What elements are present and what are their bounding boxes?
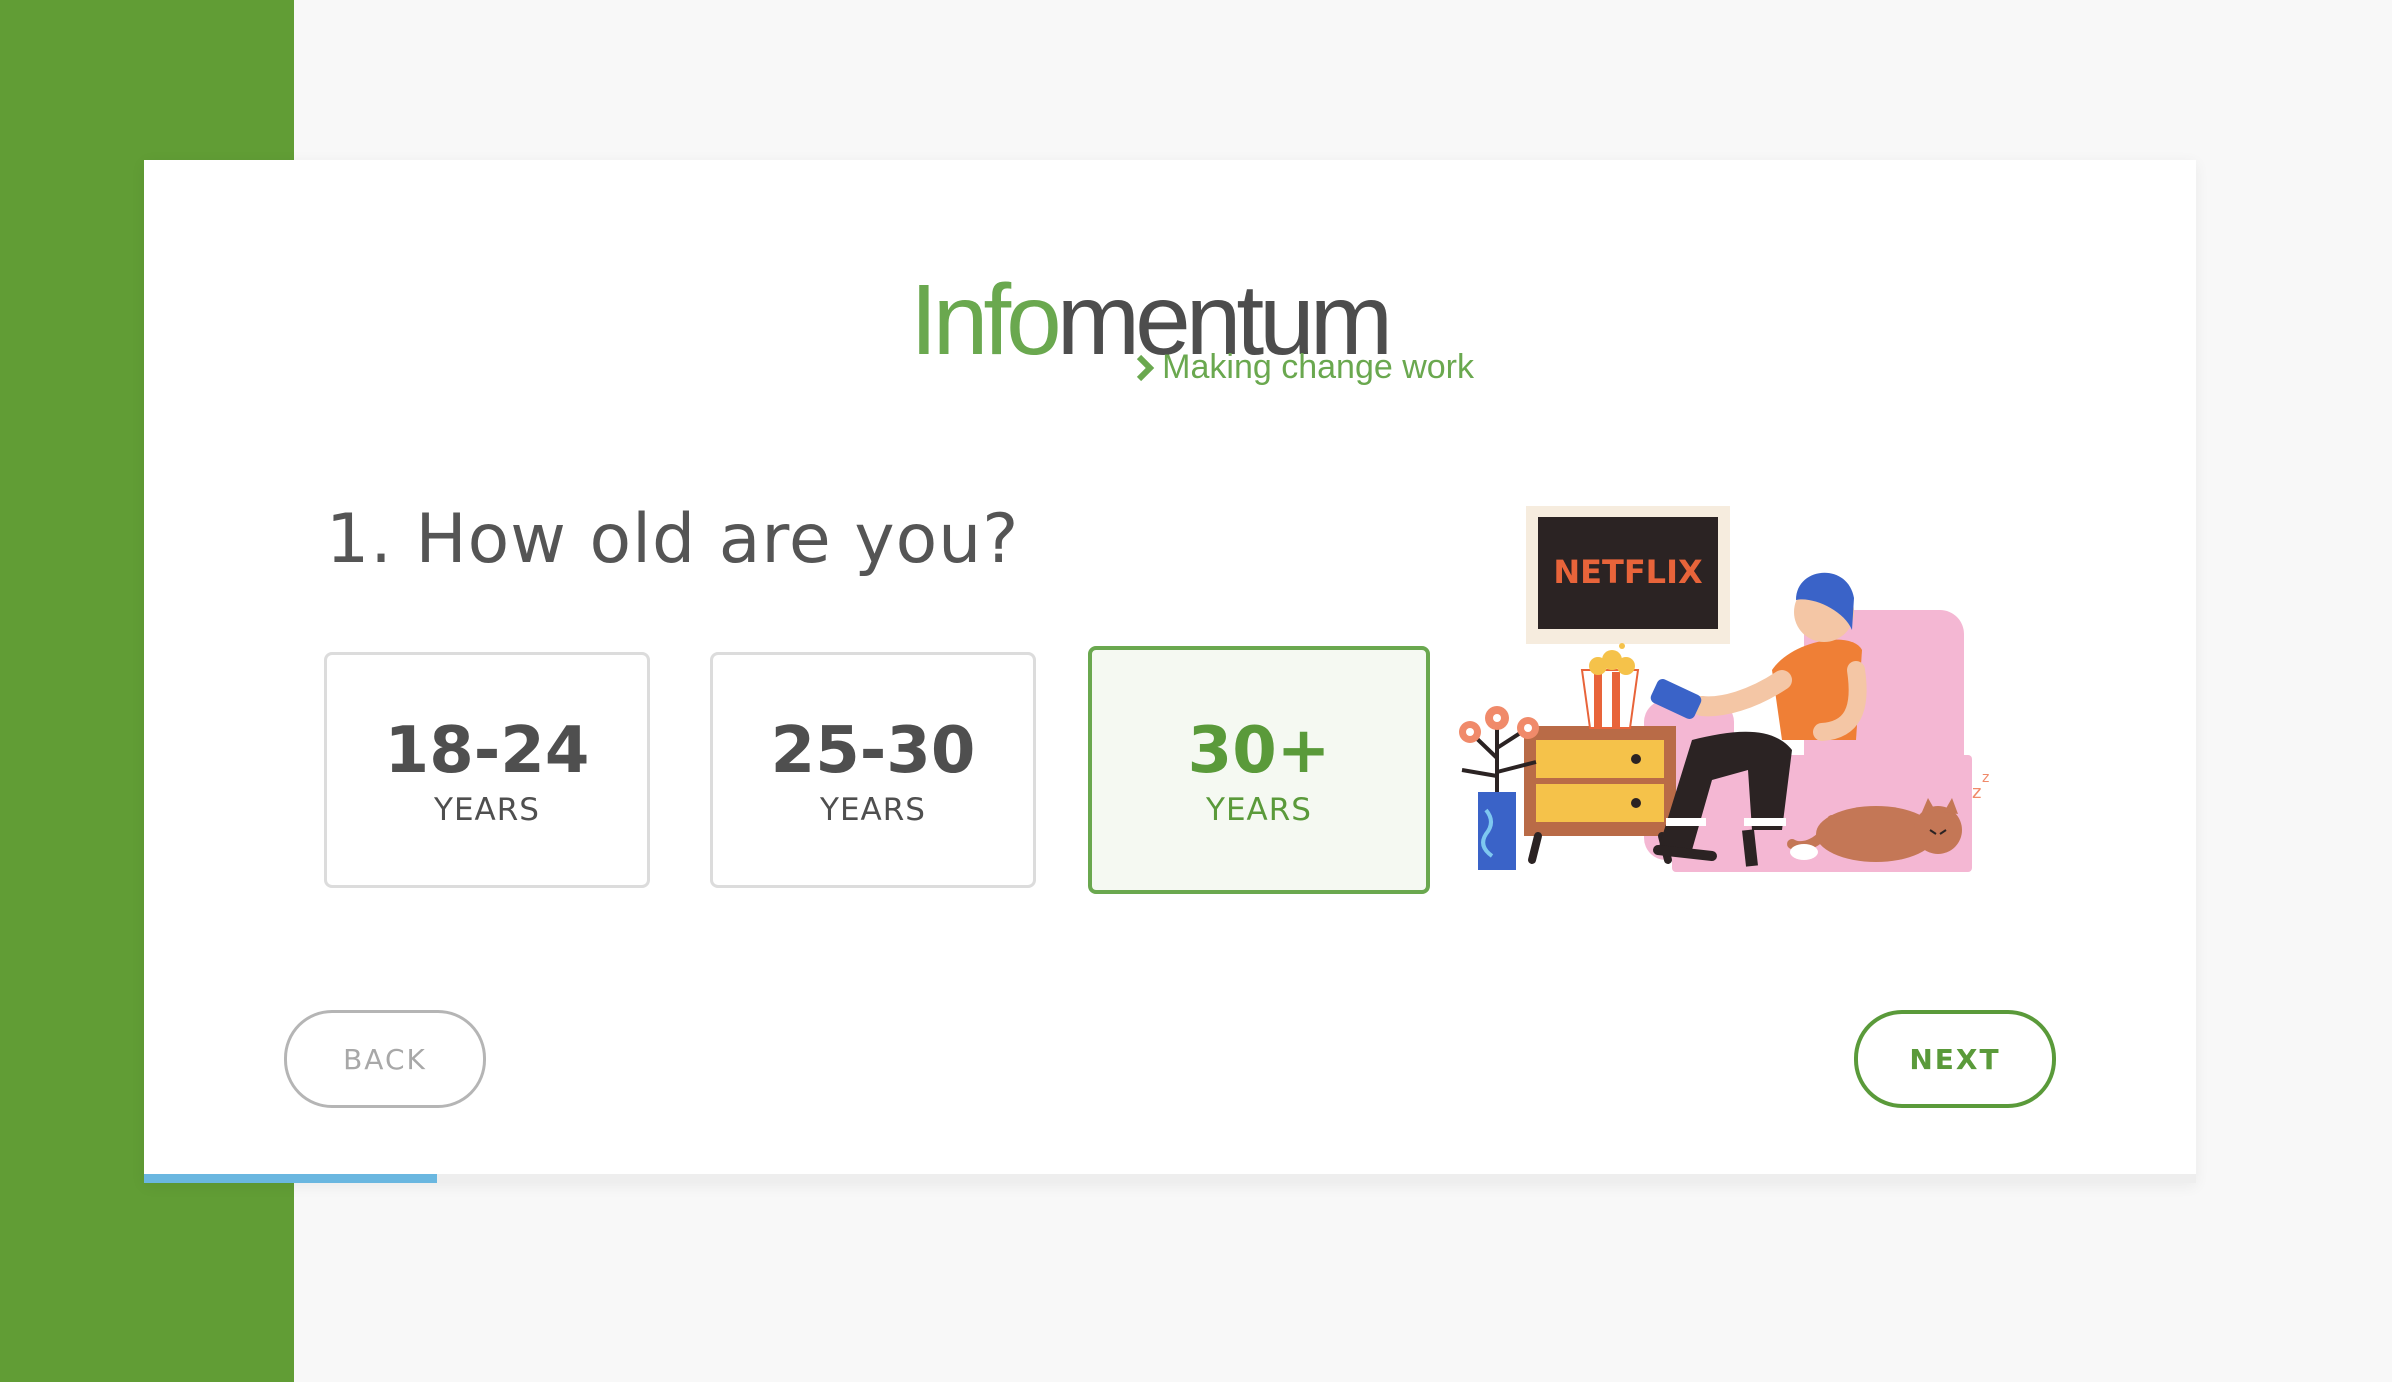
quiz-card: Infomentum Making change work 1. How old…	[144, 160, 2196, 1183]
question-title: 1. How old are you?	[326, 500, 1020, 579]
chevron-right-icon	[1137, 354, 1155, 381]
logo-tagline: Making change work	[1134, 348, 1474, 387]
svg-text:z: z	[1982, 770, 1989, 786]
option-unit: YEARS	[820, 792, 926, 828]
age-option-18-24[interactable]: 18-24 YEARS	[324, 652, 650, 888]
tv-label: NETFLIX	[1553, 553, 1703, 591]
option-value: 25-30	[770, 714, 976, 788]
svg-text:z: z	[1972, 782, 1981, 803]
option-unit: YEARS	[1206, 792, 1312, 828]
watching-tv-illustration: NETFLIX z z	[1459, 506, 1989, 872]
option-unit: YEARS	[434, 792, 540, 828]
tagline-text: Making change work	[1162, 348, 1474, 386]
progress-bar-fill	[144, 1174, 438, 1183]
age-option-25-30[interactable]: 25-30 YEARS	[710, 652, 1036, 888]
back-button[interactable]: BACK	[284, 1010, 486, 1108]
option-value: 30+	[1187, 714, 1331, 788]
logo-word-part1: Info	[910, 264, 1062, 376]
next-button[interactable]: NEXT	[1854, 1010, 2056, 1108]
popcorn-icon	[1580, 643, 1640, 729]
age-option-30-plus[interactable]: 30+ YEARS	[1088, 646, 1430, 894]
infomentum-logo: Infomentum Making change work	[910, 260, 1480, 415]
option-value: 18-24	[384, 714, 590, 788]
progress-bar	[144, 1174, 2196, 1183]
tv-icon: NETFLIX	[1526, 506, 1730, 644]
